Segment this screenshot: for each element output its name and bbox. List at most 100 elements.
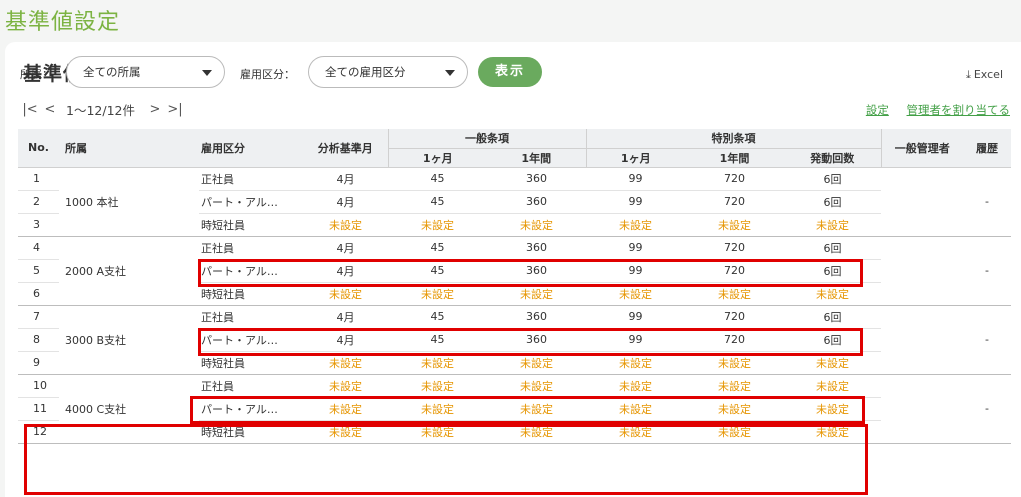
row-s1m: 未設定 (586, 213, 685, 237)
action-links: 設定 管理者を割り当てる (852, 102, 1010, 118)
row-g1y: 未設定 (487, 282, 586, 306)
row-month: 4月 (303, 190, 388, 214)
col-header-special-1m: 1ヶ月 (586, 148, 685, 168)
row-history: - (963, 305, 1011, 375)
row-g1m: 未設定 (388, 282, 487, 306)
row-g1y: 360 (487, 305, 586, 329)
col-header-general: 一般条項 (388, 129, 587, 149)
display-button[interactable]: 表示 (478, 57, 542, 87)
employment-filter-label: 雇用区分： (240, 68, 295, 81)
row-month: 未設定 (303, 420, 388, 444)
row-month: 未設定 (303, 351, 388, 375)
row-g1m: 未設定 (388, 213, 487, 237)
dept-select[interactable]: 全ての所属 (66, 56, 225, 88)
row-no: 10 (18, 374, 59, 398)
row-month: 4月 (303, 236, 388, 260)
row-cnt: 6回 (784, 259, 881, 283)
last-page-icon[interactable]: >| (165, 102, 185, 117)
row-history: - (963, 167, 1011, 237)
row-g1y: 360 (487, 259, 586, 283)
row-month: 4月 (303, 167, 388, 191)
row-g1y: 360 (487, 236, 586, 260)
row-s1y: 未設定 (685, 374, 784, 398)
employment-select[interactable]: 全ての雇用区分 (308, 56, 468, 88)
row-g1m: 未設定 (388, 351, 487, 375)
row-employment: パート・アル… (199, 328, 303, 352)
row-s1y: 未設定 (685, 420, 784, 444)
row-manager (881, 236, 963, 306)
row-s1m: 99 (586, 328, 685, 352)
table-row[interactable]: 4 2000 A支社 正社員 4月 45 360 99 720 6回 - (18, 236, 1011, 306)
row-g1m: 45 (388, 328, 487, 352)
row-s1y: 720 (685, 259, 784, 283)
col-header-base-month: 分析基準月 (303, 129, 389, 168)
row-no: 5 (18, 259, 59, 283)
row-employment: パート・アル… (199, 259, 303, 283)
chevron-down-icon (202, 70, 212, 76)
row-cnt: 未設定 (784, 420, 881, 444)
row-dept: 3000 B支社 (59, 305, 199, 375)
row-g1y: 未設定 (487, 420, 586, 444)
row-no: 2 (18, 190, 59, 214)
prev-page-icon[interactable]: < (40, 102, 60, 117)
row-cnt: 未設定 (784, 282, 881, 306)
col-header-special-1y: 1年間 (685, 148, 784, 168)
row-month: 4月 (303, 328, 388, 352)
row-s1m: 99 (586, 236, 685, 260)
row-s1m: 未設定 (586, 351, 685, 375)
row-s1m: 99 (586, 305, 685, 329)
row-g1m: 45 (388, 236, 487, 260)
col-header-no: No. (18, 129, 59, 168)
col-header-general-1y: 1年間 (487, 148, 587, 168)
row-g1m: 未設定 (388, 374, 487, 398)
pagination: |< < 1〜12/12件 > >| (20, 100, 185, 119)
row-s1m: 未設定 (586, 282, 685, 306)
row-history: - (963, 236, 1011, 306)
row-month: 未設定 (303, 213, 388, 237)
excel-export-button[interactable]: ⤓ Excel (966, 68, 1003, 82)
row-s1y: 未設定 (685, 213, 784, 237)
settings-table: No. 所属 雇用区分 分析基準月 一般条項 特別条項 一般管理者 履歴 1ヶ月… (18, 129, 1011, 444)
row-g1y: 未設定 (487, 374, 586, 398)
next-page-icon[interactable]: > (145, 102, 165, 117)
row-no: 1 (18, 167, 59, 191)
row-cnt: 未設定 (784, 351, 881, 375)
row-no: 6 (18, 282, 59, 306)
first-page-icon[interactable]: |< (20, 102, 40, 117)
row-history: - (963, 374, 1011, 444)
row-month: 4月 (303, 259, 388, 283)
row-cnt: 未設定 (784, 397, 881, 421)
col-header-history: 履歴 (963, 129, 1011, 168)
row-employment: 時短社員 (199, 213, 303, 237)
row-employment: 正社員 (199, 305, 303, 329)
col-header-employment: 雇用区分 (199, 129, 303, 168)
col-header-special: 特別条項 (586, 129, 882, 149)
row-employment: 正社員 (199, 374, 303, 398)
row-month: 4月 (303, 305, 388, 329)
table-row[interactable]: 10 4000 C支社 正社員 未設定 未設定 未設定 未設定 未設定 未設定 - (18, 374, 1011, 444)
row-dept: 4000 C支社 (59, 374, 199, 444)
row-g1m: 45 (388, 167, 487, 191)
row-s1m: 未設定 (586, 374, 685, 398)
assign-admin-link[interactable]: 管理者を割り当てる (907, 103, 1011, 117)
row-s1m: 未設定 (586, 420, 685, 444)
row-month: 未設定 (303, 397, 388, 421)
row-g1y: 未設定 (487, 213, 586, 237)
row-g1y: 360 (487, 328, 586, 352)
row-s1m: 未設定 (586, 397, 685, 421)
row-dept: 2000 A支社 (59, 236, 199, 306)
table-row[interactable]: 7 3000 B支社 正社員 4月 45 360 99 720 6回 - (18, 305, 1011, 375)
row-g1y: 未設定 (487, 351, 586, 375)
row-s1y: 未設定 (685, 351, 784, 375)
row-cnt: 6回 (784, 190, 881, 214)
row-g1m: 45 (388, 259, 487, 283)
row-employment: パート・アル… (199, 397, 303, 421)
row-s1y: 720 (685, 167, 784, 191)
table-row[interactable]: 1 1000 本社 正社員 4月 45 360 99 720 6回 - (18, 167, 1011, 237)
settings-link[interactable]: 設定 (866, 103, 889, 117)
row-s1m: 99 (586, 259, 685, 283)
row-employment: 正社員 (199, 167, 303, 191)
chevron-down-icon (445, 70, 455, 76)
row-cnt: 6回 (784, 167, 881, 191)
col-header-manager: 一般管理者 (881, 129, 963, 168)
